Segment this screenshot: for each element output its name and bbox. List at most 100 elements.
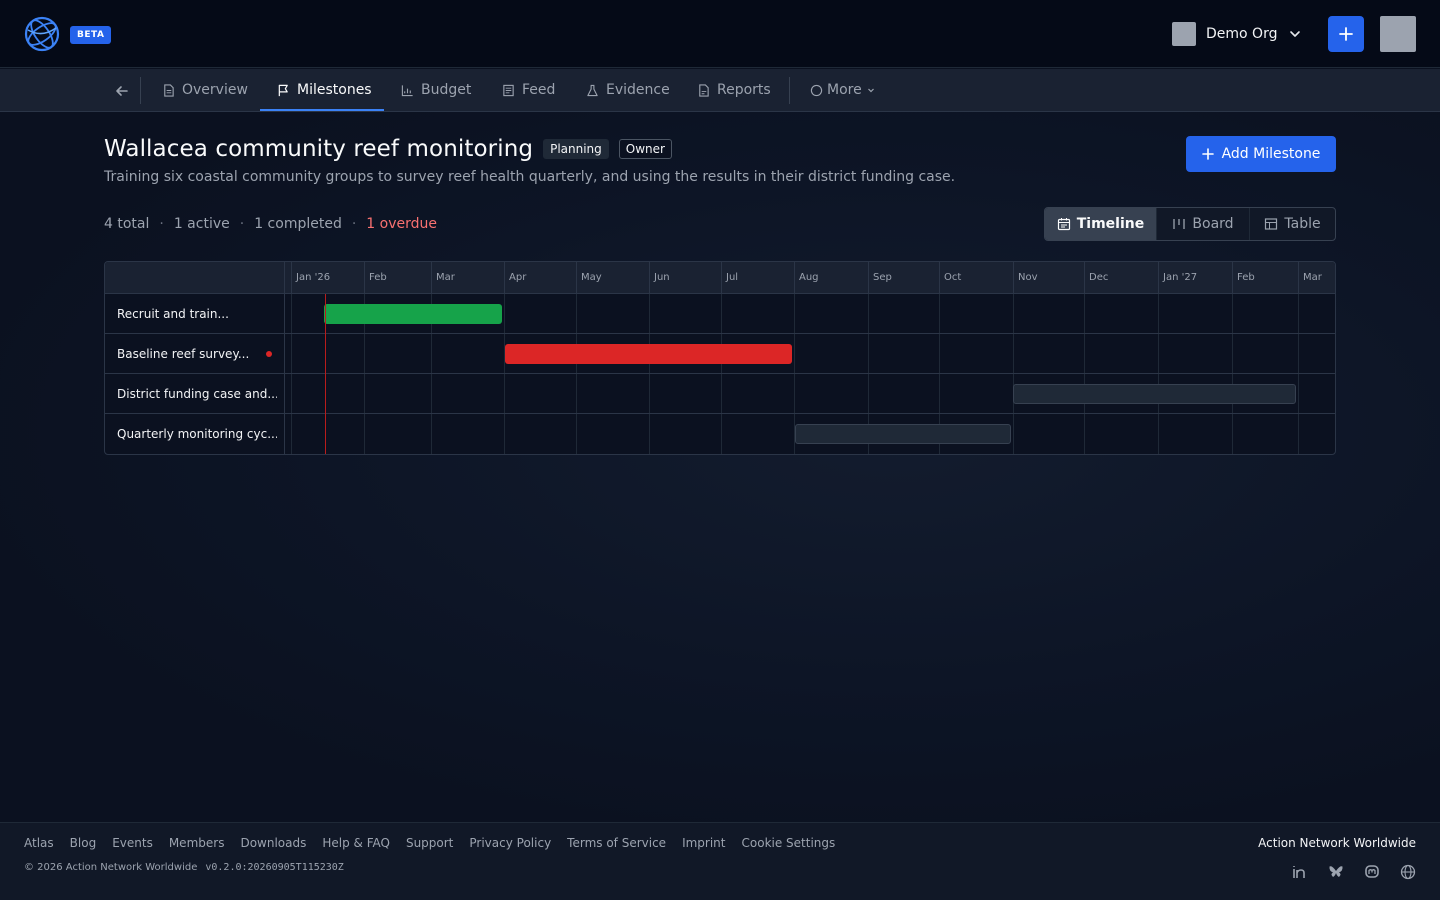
mastodon-icon[interactable] [1364, 864, 1380, 880]
social-links [1292, 864, 1416, 880]
create-button[interactable] [1328, 16, 1364, 52]
milestone-bar-completed[interactable] [324, 304, 502, 324]
milestone-bar-planned[interactable] [1013, 384, 1296, 404]
timeline-row[interactable]: Quarterly monitoring cyc... [105, 414, 1335, 454]
stat-separator: · [159, 216, 164, 232]
timeline-month-label: Apr [504, 262, 576, 294]
copyright-text: © 2026 Action Network Worldwide [24, 862, 198, 873]
footer-links: Atlas Blog Events Members Downloads Help & FA… [24, 836, 835, 850]
tab-label: Reports [717, 82, 771, 98]
footer-link[interactable]: Imprint [682, 836, 725, 850]
tab-feed[interactable]: Feed [502, 69, 555, 111]
footer-link[interactable]: Help & FAQ [322, 836, 390, 850]
timeline-month-label: Feb [1232, 262, 1298, 294]
circle-icon [810, 84, 823, 96]
calendar-icon [1057, 218, 1070, 231]
tab-more[interactable]: More [810, 69, 876, 111]
plus-icon [1201, 148, 1214, 160]
footer-link[interactable]: Downloads [240, 836, 306, 850]
timeline-month-label: Sep [868, 262, 939, 294]
tab-budget[interactable]: Budget [401, 69, 471, 111]
footer-link[interactable]: Blog [70, 836, 97, 850]
footer-brand: Action Network Worldwide [1258, 836, 1416, 850]
timeline-month-label: Oct [939, 262, 1013, 294]
org-name: Demo Org [1206, 26, 1278, 42]
globe-logo-icon[interactable] [24, 16, 60, 52]
timeline-month-label: Jan '26 [291, 262, 364, 294]
bluesky-icon[interactable] [1328, 864, 1344, 880]
footer-link[interactable]: Privacy Policy [469, 836, 551, 850]
stat-total: 4 total [104, 216, 150, 232]
timeline-month-label: May [576, 262, 649, 294]
timeline-month-label: Aug [794, 262, 868, 294]
tab-reports[interactable]: Reports [697, 69, 771, 111]
stat-separator: · [239, 216, 245, 232]
project-tabs: Overview Milestones Budget Feed Evidence… [0, 69, 1440, 112]
timeline-month-label: Mar [1298, 262, 1335, 294]
view-board-label: Board [1192, 216, 1234, 232]
view-timeline-label: Timeline [1076, 216, 1145, 232]
add-milestone-button[interactable]: Add Milestone [1186, 136, 1336, 172]
milestone-bar-overdue[interactable] [505, 344, 792, 364]
view-table-button[interactable]: Table [1249, 208, 1335, 240]
beta-badge: BETA [70, 26, 112, 44]
stat-separator: · [351, 216, 357, 232]
milestone-timeline: Jan '26 Feb Mar Apr May Jun Jul Aug Sep Oct Nov Dec… [104, 261, 1336, 455]
table-icon [1265, 218, 1278, 230]
active-tab-indicator [260, 109, 384, 111]
timeline-month-label: Jul [721, 262, 794, 294]
timeline-month-label: Feb [364, 262, 431, 294]
timeline-row[interactable]: District funding case and... [105, 374, 1335, 414]
tab-evidence[interactable]: Evidence [586, 69, 670, 111]
milestone-stats: 4 total · 1 active · 1 completed · 1 ove… [104, 216, 437, 232]
user-avatar[interactable] [1380, 16, 1416, 52]
footer-copyright: © 2026 Action Network Worldwide v0.2.0:2… [24, 862, 344, 873]
columns-icon [1173, 219, 1186, 229]
timeline-month-label: Jan '27 [1158, 262, 1232, 294]
project-description: Training six coastal community groups to… [104, 169, 956, 185]
plus-icon [1339, 27, 1353, 41]
view-timeline-button[interactable]: Timeline [1045, 208, 1156, 240]
tab-divider [789, 77, 790, 104]
role-badge: Owner [618, 139, 672, 159]
tab-label: Milestones [297, 82, 372, 98]
tab-label: Evidence [606, 82, 670, 98]
chart-icon [401, 84, 413, 96]
timeline-header: Jan '26 Feb Mar Apr May Jun Jul Aug Sep Oct Nov Dec… [105, 262, 1335, 294]
footer-link[interactable]: Events [112, 836, 153, 850]
tab-label: More [827, 82, 862, 98]
org-switcher[interactable]: Demo Org [1172, 22, 1303, 46]
timeline-row[interactable]: Baseline reef survey... [105, 334, 1335, 374]
timeline-month-label: Jun [649, 262, 721, 294]
back-arrow-icon[interactable] [112, 81, 132, 101]
footer-link[interactable]: Cookie Settings [742, 836, 836, 850]
view-table-label: Table [1284, 216, 1321, 232]
document-icon [164, 83, 174, 97]
flag-icon [278, 84, 288, 96]
milestone-bar-planned[interactable] [795, 424, 1011, 444]
add-milestone-label: Add Milestone [1221, 146, 1321, 162]
footer: Atlas Blog Events Members Downloads Help & FA… [0, 822, 1440, 900]
top-bar: BETA Demo Org [0, 0, 1440, 68]
stat-overdue: 1 overdue [366, 216, 438, 232]
page-title: Wallacea community reef monitoring [104, 136, 534, 162]
timeline-month-label: Nov [1013, 262, 1084, 294]
tab-overview[interactable]: Overview [162, 69, 248, 111]
tab-divider [140, 77, 141, 104]
tab-milestones[interactable]: Milestones [277, 69, 372, 111]
org-avatar [1172, 22, 1196, 46]
footer-link[interactable]: Members [169, 836, 225, 850]
tab-label: Budget [421, 82, 472, 98]
footer-link[interactable]: Support [406, 836, 453, 850]
timeline-label-column [105, 262, 285, 454]
report-icon [699, 83, 709, 97]
view-board-button[interactable]: Board [1156, 208, 1249, 240]
timeline-row[interactable]: Recruit and train... [105, 294, 1335, 334]
linkedin-icon[interactable] [1292, 864, 1308, 880]
footer-link[interactable]: Terms of Service [567, 836, 666, 850]
today-marker [325, 294, 326, 454]
chevron-down-icon [1290, 31, 1301, 37]
footer-link[interactable]: Atlas [24, 836, 54, 850]
globe-icon[interactable] [1400, 864, 1416, 880]
flask-icon [587, 84, 598, 96]
